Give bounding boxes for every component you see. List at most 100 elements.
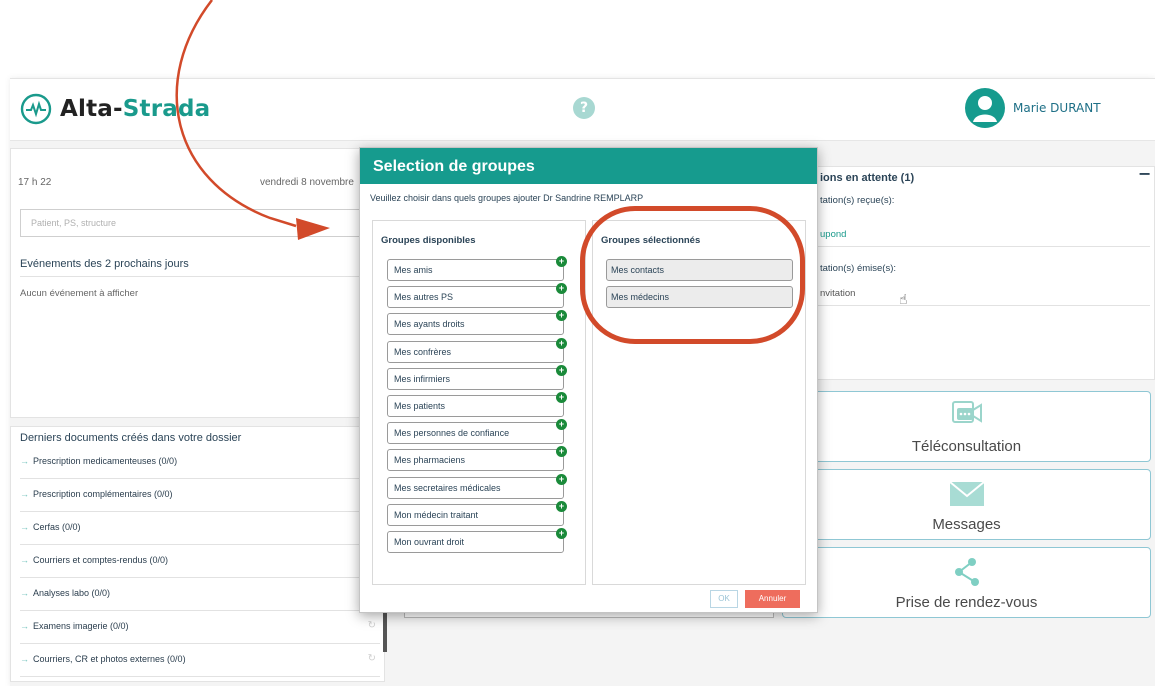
user-name: Marie DURANT [1013, 101, 1101, 115]
collapse-icon[interactable]: − [1138, 164, 1151, 183]
available-group-item[interactable]: Mes infirmiers + [387, 364, 567, 390]
add-icon[interactable]: + [556, 528, 567, 539]
documents-title: Derniers documents créés dans votre doss… [20, 432, 242, 444]
appointment-tile[interactable]: Prise de rendez-vous [782, 547, 1151, 618]
group-label: Mes confrères [394, 346, 452, 357]
document-row[interactable]: → Examens imagerie (0/0) ↻ [20, 611, 380, 644]
user-menu[interactable]: Marie DURANT [965, 88, 1101, 128]
current-time: 17 h 22 [18, 177, 52, 188]
events-empty-text: Aucun événement à afficher [20, 288, 139, 299]
messages-tile[interactable]: Messages [782, 469, 1151, 540]
document-row[interactable]: → Courriers, CR et photos externes (0/0) ↻ [20, 644, 380, 677]
teleconsultation-tile[interactable]: Téléconsultation [782, 391, 1151, 462]
logo-text: Alta-Strada [60, 96, 210, 122]
available-group-item[interactable]: Mes autres PS + [387, 283, 567, 309]
available-groups-column: Groupes disponibles Mes amis + Mes autres … [372, 220, 586, 585]
arrow-right-icon: → [20, 654, 29, 664]
avatar [965, 88, 1005, 128]
group-label: Mes secretaires médicales [394, 482, 501, 493]
invitations-sent-label: tation(s) émise(s): [820, 263, 897, 274]
available-group-item[interactable]: Mes patients + [387, 392, 567, 417]
group-label: Mes patients [394, 401, 446, 411]
cancel-button[interactable]: Annuler [745, 590, 800, 608]
invitations-received-label: tation(s) reçue(s): [820, 195, 895, 206]
document-row[interactable]: → Prescription complémentaires (0/0) [20, 479, 380, 512]
add-icon[interactable]: + [556, 310, 567, 322]
heartbeat-logo-icon [20, 93, 52, 125]
group-label: Mes amis [394, 265, 433, 275]
document-row[interactable]: → Courriers et comptes-rendus (0/0) [20, 545, 380, 578]
add-icon[interactable]: + [556, 419, 567, 431]
teleconsultation-label: Téléconsultation [911, 438, 1022, 455]
scrollbar-thumb[interactable] [383, 612, 387, 652]
hand-cursor-icon: ☝ [899, 292, 908, 308]
add-icon[interactable]: + [556, 283, 567, 295]
available-group-item[interactable]: Mes secretaires médicales + [387, 473, 567, 499]
add-icon[interactable]: + [556, 473, 567, 485]
invitation-received-name[interactable]: upond [820, 229, 846, 240]
invitations-divider [818, 246, 1150, 247]
dialog-header: Selection de groupes [360, 148, 817, 184]
arrow-right-icon: → [20, 588, 29, 598]
available-group-item[interactable]: Mes ayants droits + [387, 310, 567, 336]
dialog-title: Selection de groupes [373, 158, 535, 175]
group-label: Mes autres PS [394, 292, 454, 303]
arrow-right-icon: → [20, 555, 29, 565]
invitations-title: ions en attente (1) [820, 172, 915, 184]
refresh-icon[interactable]: ↻ [368, 620, 376, 631]
messages-label: Messages [932, 516, 1001, 533]
available-groups-title: Groupes disponibles [381, 235, 476, 246]
help-icon[interactable]: ? [573, 97, 595, 119]
logo-text-part2: Strada [122, 96, 211, 122]
user-icon [973, 96, 997, 122]
group-label: Mes personnes de confiance [394, 428, 510, 439]
available-group-item[interactable]: Mes personnes de confiance + [387, 419, 567, 445]
add-icon[interactable]: + [556, 256, 567, 267]
video-chat-icon [951, 401, 982, 423]
search-input[interactable]: Patient, PS, structure [20, 209, 370, 237]
appointment-label: Prise de rendez-vous [895, 594, 1038, 611]
document-label: Prescription medicamenteuses (0/0) [33, 456, 178, 466]
document-row[interactable]: → Prescription medicamenteuses (0/0) [20, 446, 380, 479]
available-group-item[interactable]: Mes pharmaciens + [387, 446, 567, 472]
document-label: Analyses labo (0/0) [33, 588, 111, 598]
refresh-icon[interactable]: ↻ [368, 653, 376, 664]
document-row[interactable]: → Cerfas (0/0) [20, 512, 380, 545]
logo[interactable]: Alta-Strada [20, 93, 210, 125]
available-group-item[interactable]: Mes amis + [387, 256, 567, 281]
add-icon[interactable]: + [556, 446, 567, 458]
invitations-divider-2 [818, 305, 1150, 306]
group-label: Mes ayants droits [394, 319, 465, 330]
clock-panel [10, 148, 385, 418]
add-icon[interactable]: + [556, 337, 567, 349]
arrow-right-icon: → [20, 522, 29, 532]
document-label: Examens imagerie (0/0) [33, 621, 129, 631]
available-group-item[interactable]: Mes confrères + [387, 337, 567, 363]
arrow-right-icon: → [20, 489, 29, 499]
top-bar: Alta-Strada ? Marie DURANT [10, 79, 1155, 141]
group-label: Mes infirmiers [394, 373, 451, 384]
available-group-item[interactable]: Mon ouvrant droit + [387, 528, 567, 553]
current-date: vendredi 8 novembre [260, 177, 354, 188]
group-label: Mes pharmaciens [394, 455, 466, 466]
available-group-item[interactable]: Mon médecin traitant + [387, 500, 567, 526]
document-label: Cerfas (0/0) [33, 522, 81, 532]
share-icon [954, 558, 979, 586]
document-label: Prescription complémentaires (0/0) [33, 489, 173, 499]
add-icon[interactable]: + [556, 364, 567, 376]
invitation-sent-item[interactable]: nvitation [820, 288, 855, 299]
document-label: Courriers et comptes-rendus (0/0) [33, 555, 169, 565]
document-label: Courriers, CR et photos externes (0/0) [33, 654, 186, 664]
arrow-right-icon: → [20, 456, 29, 466]
envelope-icon [948, 481, 985, 506]
events-title: Evénements des 2 prochains jours [20, 258, 189, 270]
arrow-right-icon: → [20, 621, 29, 631]
add-icon[interactable]: + [556, 392, 567, 403]
logo-text-part1: Alta- [60, 96, 123, 122]
document-row[interactable]: → Analyses labo (0/0) [20, 578, 380, 611]
ok-button[interactable]: OK [710, 590, 738, 608]
dialog-subtitle: Veuillez choisir dans quels groupes ajou… [370, 193, 644, 203]
group-label: Mon ouvrant droit [394, 537, 465, 547]
add-icon[interactable]: + [556, 500, 567, 512]
events-divider [20, 276, 380, 277]
